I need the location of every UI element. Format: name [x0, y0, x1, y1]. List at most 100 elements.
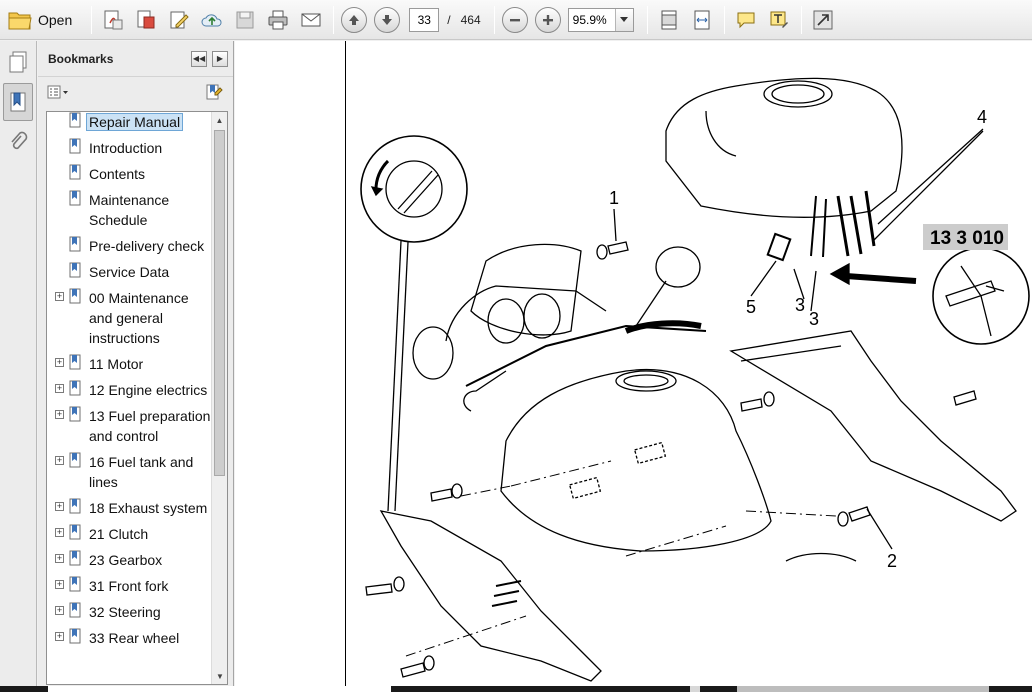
bookmark-icon — [69, 262, 81, 278]
side-cover-right — [729, 330, 1017, 522]
zoom-select[interactable]: 95.9% — [567, 7, 634, 32]
text-tool-button[interactable] — [765, 6, 793, 34]
expand-toggle-icon[interactable]: + — [55, 292, 64, 301]
bookmark-label: 18 Exhaust system — [89, 500, 208, 516]
expand-toggle-icon[interactable]: + — [55, 384, 64, 393]
expand-toggle-icon[interactable]: + — [55, 410, 64, 419]
hide-panel-button[interactable]: ▶ — [212, 50, 228, 67]
document-viewer[interactable]: 13 3 010 1 2 3 3 4 5 — [235, 41, 1032, 692]
screw-6 — [365, 576, 405, 596]
bookmark-item[interactable]: Maintenance Schedule — [47, 190, 211, 230]
bottom-scrollbar[interactable] — [0, 686, 1032, 692]
expand-toggle-icon[interactable]: + — [55, 358, 64, 367]
new-bookmark-icon[interactable] — [201, 83, 225, 101]
bookmark-item[interactable]: +16 Fuel tank and lines — [47, 452, 211, 492]
expand-toggle-icon[interactable]: + — [55, 456, 64, 465]
bookmark-item[interactable]: +18 Exhaust system — [47, 498, 211, 518]
bookmarks-tab-button[interactable] — [3, 83, 33, 121]
bookmark-icon — [69, 498, 81, 514]
bookmarks-list: Repair Manual Introduction Contents Mainten… — [47, 112, 211, 654]
bookmark-label: Maintenance Schedule — [89, 192, 170, 228]
scrollbar-segment — [737, 686, 989, 692]
bookmark-item[interactable]: +11 Motor — [47, 354, 211, 374]
motorcycle-fuel-tank-diagram: 13 3 010 1 2 3 3 4 5 — [360, 77, 1030, 682]
bookmark-icon — [69, 452, 81, 468]
email-button[interactable] — [297, 6, 325, 34]
bookmark-item[interactable]: Service Data — [47, 262, 211, 282]
expand-toggle-icon[interactable]: + — [55, 554, 64, 563]
full-screen-button[interactable] — [809, 6, 837, 34]
bookmark-label: 33 Rear wheel — [89, 630, 180, 646]
bookmark-item[interactable]: Introduction — [47, 138, 211, 158]
bookmark-label: Contents — [89, 166, 146, 182]
bookmark-item[interactable]: +21 Clutch — [47, 524, 211, 544]
bookmark-item[interactable]: +00 Maintenance and general instructions — [47, 288, 211, 348]
expand-toggle-icon[interactable]: + — [55, 528, 64, 537]
combine-files-button[interactable] — [132, 6, 160, 34]
scrollbar-segment — [48, 686, 391, 692]
save-button[interactable] — [231, 6, 259, 34]
screw-1 — [596, 241, 629, 260]
expand-toggle-icon[interactable]: + — [55, 606, 64, 615]
bookmark-item[interactable]: Contents — [47, 164, 211, 184]
expand-toggle-icon[interactable]: + — [55, 502, 64, 511]
bookmark-item[interactable]: +12 Engine electrics — [47, 380, 211, 400]
arrow-up-icon — [349, 14, 360, 25]
comment-button[interactable] — [732, 6, 760, 34]
bookmark-icon — [69, 576, 81, 592]
attachments-button[interactable] — [3, 127, 33, 157]
scrollbar-thumb[interactable] — [214, 130, 225, 476]
callout-1: 1 — [609, 188, 619, 208]
create-pdf-icon — [104, 10, 123, 29]
print-button[interactable] — [264, 6, 292, 34]
cloud-upload-icon — [201, 13, 222, 26]
zoom-dropdown-arrow[interactable] — [614, 8, 633, 31]
create-pdf-button[interactable] — [99, 6, 127, 34]
bookmark-label: Pre-delivery check — [89, 238, 205, 254]
bookmarks-scrollbar[interactable]: ▲ ▼ — [211, 112, 227, 684]
bookmark-icon — [69, 288, 81, 304]
main-toolbar: Open 33 / 464 95.9% — [0, 0, 1032, 40]
screw-3 — [740, 391, 775, 412]
bookmark-item[interactable]: Pre-delivery check — [47, 236, 211, 256]
page-number-input[interactable]: 33 — [409, 7, 440, 32]
toolbar-separator — [91, 5, 93, 34]
speech-bubble-icon — [737, 12, 755, 28]
bookmark-item[interactable]: +33 Rear wheel — [47, 628, 211, 648]
bookmark-item[interactable]: +32 Steering — [47, 602, 211, 622]
toolbar-separator — [723, 5, 725, 34]
collapse-panel-button[interactable]: ◀◀ — [191, 50, 207, 67]
bookmark-item[interactable]: +13 Fuel preparation and control — [47, 406, 211, 446]
bookmarks-options-bar — [38, 77, 233, 107]
upload-button[interactable] — [198, 6, 226, 34]
expand-toggle-icon[interactable]: + — [55, 632, 64, 641]
zoom-in-button[interactable] — [534, 6, 561, 33]
page-count: / 464 — [447, 13, 480, 27]
paperclip-icon — [11, 131, 28, 150]
callout-3b: 3 — [809, 309, 819, 329]
expand-toggle-icon[interactable]: + — [55, 580, 64, 589]
bookmark-item[interactable]: Repair Manual — [47, 112, 211, 132]
fuel-tank-lower — [500, 369, 772, 552]
previous-page-button[interactable] — [341, 6, 368, 33]
open-button[interactable]: Open — [6, 6, 78, 34]
fit-page-button[interactable] — [655, 6, 683, 34]
bookmark-icon — [69, 354, 81, 370]
fit-width-button[interactable] — [688, 6, 716, 34]
options-menu-icon[interactable] — [46, 83, 70, 101]
navigation-pane-strip — [0, 41, 37, 692]
bookmark-item[interactable]: +31 Front fork — [47, 576, 211, 596]
edit-document-button[interactable] — [165, 6, 193, 34]
next-page-button[interactable] — [374, 6, 401, 33]
scroll-down-arrow[interactable]: ▼ — [212, 668, 227, 684]
bookmark-label: 21 Clutch — [89, 526, 149, 542]
scroll-up-arrow[interactable]: ▲ — [212, 112, 227, 128]
total-pages: 464 — [460, 12, 481, 27]
bookmark-icon — [69, 602, 81, 618]
page-thumbnails-button[interactable] — [3, 47, 33, 77]
zoom-value[interactable]: 95.9% — [569, 9, 615, 31]
pdf-files-icon — [137, 10, 155, 28]
bookmark-item[interactable]: +23 Gearbox — [47, 550, 211, 570]
zoom-out-button[interactable] — [501, 6, 528, 33]
scrollbar-segment — [690, 686, 700, 692]
